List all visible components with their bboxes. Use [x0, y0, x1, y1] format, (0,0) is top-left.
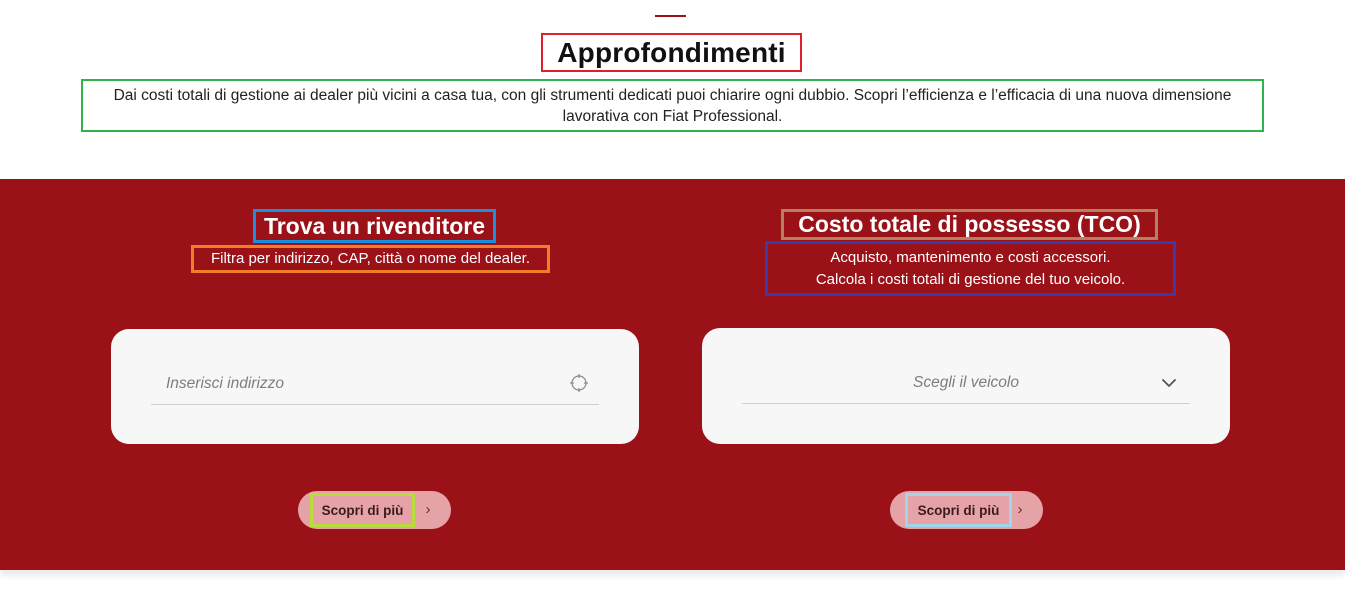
chevron-down-icon[interactable] — [1160, 374, 1178, 392]
vehicle-select-value[interactable]: Scegli il veicolo — [742, 364, 1190, 402]
address-input[interactable] — [151, 365, 599, 403]
chevron-right-icon: › — [425, 501, 431, 518]
section-description: Dai costi totali di gestione ai dealer p… — [113, 86, 1232, 125]
section-description-box: Dai costi totali di gestione ai dealer p… — [81, 79, 1264, 132]
dealer-subtitle-box: Filtra per indirizzo, CAP, città o nome … — [191, 245, 550, 273]
locate-crosshair-icon[interactable] — [569, 373, 589, 393]
title-accent-line — [655, 15, 686, 17]
chevron-right-icon: › — [1017, 501, 1023, 518]
dealer-search-card — [111, 329, 639, 444]
tco-title: Costo totale di possesso (TCO) — [798, 211, 1141, 237]
dealer-title-box: Trova un rivenditore — [253, 209, 496, 243]
tco-vehicle-card: Scegli il veicolo — [702, 328, 1230, 444]
tco-subtitle-box: Acquisto, mantenimento e costi accessori… — [765, 241, 1176, 296]
dealer-title: Trova un rivenditore — [263, 212, 486, 239]
address-field — [151, 365, 599, 405]
vehicle-select[interactable]: Scegli il veicolo — [742, 364, 1190, 404]
dealer-cta-label: Scopri di più — [321, 502, 404, 518]
tco-subtitle-line2: Calcola i costi totali di gestione del t… — [815, 270, 1126, 288]
tco-title-box: Costo totale di possesso (TCO) — [781, 209, 1158, 240]
tco-cta-label-box: Scopri di più — [905, 493, 1012, 527]
section-title: Approfondimenti — [557, 36, 786, 68]
tco-cta-label: Scopri di più — [917, 502, 1000, 518]
dealer-cta-label-box: Scopri di più — [310, 493, 415, 527]
tco-cta-button[interactable]: Scopri di più › — [890, 491, 1043, 529]
section-title-box: Approfondimenti — [541, 33, 802, 72]
tco-subtitle-line1: Acquisto, mantenimento e costi accessori… — [830, 248, 1111, 266]
dealer-cta-button[interactable]: Scopri di più › — [298, 491, 451, 529]
dealer-subtitle: Filtra per indirizzo, CAP, città o nome … — [210, 250, 531, 267]
